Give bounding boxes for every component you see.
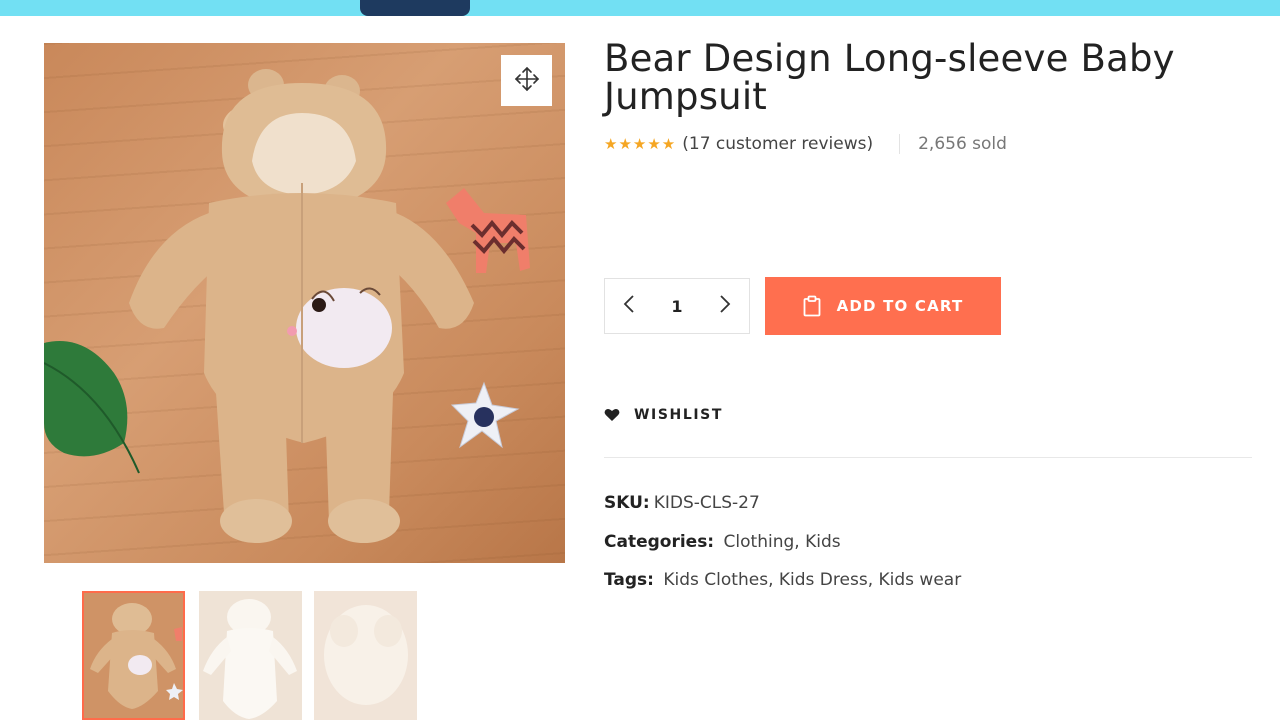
sku-value: KIDS-CLS-27 xyxy=(653,493,760,513)
zebra-toy xyxy=(446,188,530,273)
product-title: Bear Design Long-sleeve Baby Jumpsuit xyxy=(604,37,1175,118)
quantity-input[interactable] xyxy=(655,295,699,317)
decrease-quantity-button[interactable] xyxy=(605,279,653,333)
tag-link[interactable]: Kids Dress xyxy=(779,570,868,590)
thumbnail-3[interactable] xyxy=(314,591,417,720)
sold-count: 2,656 sold xyxy=(918,134,1007,154)
wishlist-label: WISHLIST xyxy=(634,407,724,423)
star-toy xyxy=(450,381,520,449)
expand-icon xyxy=(514,66,540,96)
category-link[interactable]: Clothing xyxy=(724,532,795,552)
categories-label: Categories: xyxy=(604,532,715,552)
chevron-right-icon xyxy=(719,294,731,318)
rating-stars[interactable]: ★★★★★ xyxy=(604,135,676,153)
category-link[interactable]: Kids xyxy=(805,532,841,552)
section-divider xyxy=(604,457,1252,458)
reviews-link[interactable]: (17 customer reviews) xyxy=(682,134,873,154)
heart-icon xyxy=(604,408,620,422)
leaf-decoration xyxy=(44,341,140,474)
sku-label: SKU: xyxy=(604,493,650,513)
product-main-image[interactable] xyxy=(44,43,565,563)
add-to-cart-label: ADD TO CART xyxy=(836,297,964,315)
rating-divider xyxy=(899,134,901,154)
tag-link[interactable]: Kids wear xyxy=(879,570,962,590)
category-separator: , xyxy=(794,532,800,552)
add-to-cart-button[interactable]: ADD TO CART xyxy=(765,277,1001,335)
thumbnail-2[interactable] xyxy=(199,591,302,720)
expand-image-button[interactable] xyxy=(501,55,552,106)
sku-row: SKU: KIDS-CLS-27 xyxy=(604,491,760,515)
rating-row: ★★★★★ (17 customer reviews) 2,656 sold xyxy=(604,132,1007,156)
tag-separator: , xyxy=(867,570,874,590)
tag-separator: , xyxy=(768,570,774,590)
chevron-left-icon xyxy=(623,294,635,318)
clipboard-icon xyxy=(803,295,821,317)
quantity-stepper xyxy=(604,278,750,334)
top-banner xyxy=(0,0,1280,16)
banner-image-fragment xyxy=(360,0,470,16)
tags-label: Tags: xyxy=(604,570,654,590)
wishlist-button[interactable]: WISHLIST xyxy=(604,404,723,426)
tag-link[interactable]: Kids Clothes xyxy=(663,570,768,590)
categories-row: Categories: Clothing, Kids xyxy=(604,530,841,554)
increase-quantity-button[interactable] xyxy=(701,279,749,333)
tags-row: Tags: Kids Clothes, Kids Dress, Kids wea… xyxy=(604,568,961,592)
jumpsuit-illustration xyxy=(44,69,530,543)
jumpsuit xyxy=(129,69,474,543)
thumbnail-1[interactable] xyxy=(82,591,185,720)
